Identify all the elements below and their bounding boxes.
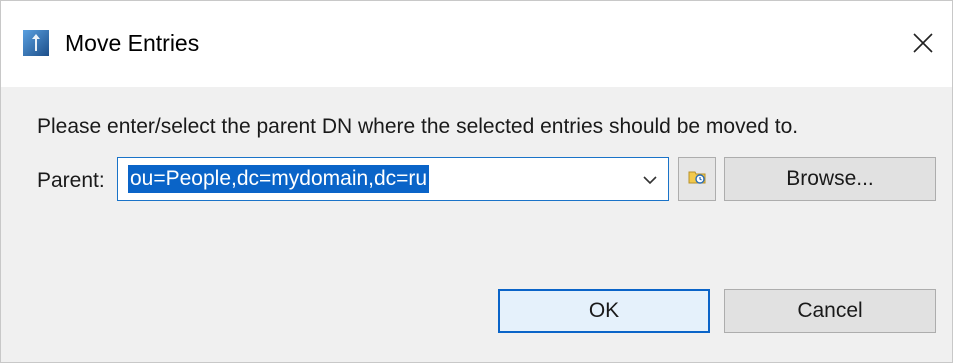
- window-title: Move Entries: [65, 30, 200, 56]
- parent-dn-combobox[interactable]: ou=People,dc=mydomain,dc=ru: [117, 157, 669, 201]
- instruction-text: Please enter/select the parent DN where …: [37, 115, 799, 138]
- app-icon: [22, 29, 50, 57]
- browse-button[interactable]: Browse...: [724, 157, 936, 201]
- close-icon[interactable]: [905, 25, 941, 61]
- parent-label: Parent:: [37, 169, 105, 192]
- move-entries-dialog: Move Entries Please enter/select the par…: [0, 0, 953, 363]
- cancel-button[interactable]: Cancel: [724, 289, 936, 333]
- title-bar: Move Entries: [1, 1, 952, 87]
- ok-button[interactable]: OK: [498, 289, 710, 333]
- parent-dn-value[interactable]: ou=People,dc=mydomain,dc=ru: [128, 165, 430, 193]
- history-folder-icon: [687, 167, 707, 192]
- history-button[interactable]: [678, 157, 716, 201]
- chevron-down-icon[interactable]: [640, 170, 660, 190]
